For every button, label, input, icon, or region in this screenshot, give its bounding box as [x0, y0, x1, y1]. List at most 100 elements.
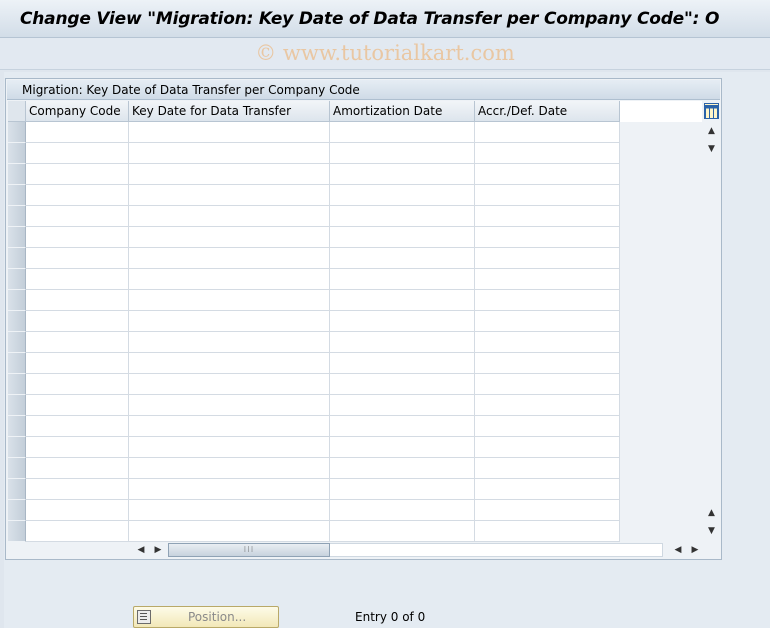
cell-amortization-date[interactable]	[330, 227, 475, 248]
cell-key-date[interactable]	[129, 500, 330, 521]
scroll-right-icon[interactable]: ▶	[151, 542, 165, 558]
cell-accr-def-date[interactable]	[475, 437, 620, 458]
cell-company-code[interactable]	[26, 227, 129, 248]
row-selector[interactable]	[8, 311, 26, 332]
scroll-left-icon[interactable]: ◀	[134, 542, 148, 558]
row-selector[interactable]	[8, 248, 26, 269]
cell-key-date[interactable]	[129, 374, 330, 395]
row-selector[interactable]	[8, 521, 26, 542]
scroll-far-left-icon[interactable]: ◀	[671, 542, 685, 558]
row-selector[interactable]	[8, 206, 26, 227]
cell-amortization-date[interactable]	[330, 185, 475, 206]
cell-amortization-date[interactable]	[330, 374, 475, 395]
cell-amortization-date[interactable]	[330, 500, 475, 521]
row-selector[interactable]	[8, 164, 26, 185]
scroll-down-icon[interactable]: ▼	[703, 141, 720, 157]
cell-company-code[interactable]	[26, 143, 129, 164]
cell-key-date[interactable]	[129, 353, 330, 374]
cell-company-code[interactable]	[26, 122, 129, 143]
row-selector[interactable]	[8, 416, 26, 437]
cell-amortization-date[interactable]	[330, 122, 475, 143]
cell-accr-def-date[interactable]	[475, 374, 620, 395]
cell-amortization-date[interactable]	[330, 416, 475, 437]
cell-company-code[interactable]	[26, 353, 129, 374]
row-selector[interactable]	[8, 479, 26, 500]
cell-key-date[interactable]	[129, 185, 330, 206]
cell-amortization-date[interactable]	[330, 311, 475, 332]
column-header-key-date[interactable]: Key Date for Data Transfer	[129, 101, 330, 122]
scroll-up-icon[interactable]: ▲	[703, 123, 720, 139]
cell-company-code[interactable]	[26, 206, 129, 227]
row-selector[interactable]	[8, 437, 26, 458]
cell-amortization-date[interactable]	[330, 290, 475, 311]
cell-amortization-date[interactable]	[330, 353, 475, 374]
cell-accr-def-date[interactable]	[475, 353, 620, 374]
cell-company-code[interactable]	[26, 269, 129, 290]
cell-accr-def-date[interactable]	[475, 311, 620, 332]
scroll-thumb[interactable]: ⁝⁝⁝	[168, 543, 330, 557]
cell-accr-def-date[interactable]	[475, 227, 620, 248]
cell-amortization-date[interactable]	[330, 206, 475, 227]
row-selector[interactable]	[8, 122, 26, 143]
row-selector[interactable]	[8, 374, 26, 395]
scroll-page-down-icon[interactable]: ▼	[703, 523, 720, 539]
row-selector[interactable]	[8, 395, 26, 416]
cell-key-date[interactable]	[129, 122, 330, 143]
scroll-page-up-icon[interactable]: ▲	[703, 505, 720, 521]
cell-company-code[interactable]	[26, 479, 129, 500]
cell-key-date[interactable]	[129, 290, 330, 311]
column-header-amortization-date[interactable]: Amortization Date	[330, 101, 475, 122]
cell-accr-def-date[interactable]	[475, 416, 620, 437]
cell-amortization-date[interactable]	[330, 269, 475, 290]
row-selector[interactable]	[8, 290, 26, 311]
cell-accr-def-date[interactable]	[475, 185, 620, 206]
scroll-far-right-icon[interactable]: ▶	[688, 542, 702, 558]
cell-company-code[interactable]	[26, 458, 129, 479]
cell-company-code[interactable]	[26, 500, 129, 521]
cell-accr-def-date[interactable]	[475, 395, 620, 416]
cell-amortization-date[interactable]	[330, 164, 475, 185]
row-selector[interactable]	[8, 185, 26, 206]
cell-company-code[interactable]	[26, 248, 129, 269]
column-header-accr-def-date[interactable]: Accr./Def. Date	[475, 101, 620, 122]
row-selector[interactable]	[8, 353, 26, 374]
cell-amortization-date[interactable]	[330, 332, 475, 353]
cell-amortization-date[interactable]	[330, 458, 475, 479]
cell-key-date[interactable]	[129, 164, 330, 185]
cell-company-code[interactable]	[26, 416, 129, 437]
cell-company-code[interactable]	[26, 374, 129, 395]
cell-key-date[interactable]	[129, 521, 330, 542]
cell-key-date[interactable]	[129, 206, 330, 227]
cell-amortization-date[interactable]	[330, 479, 475, 500]
cell-key-date[interactable]	[129, 143, 330, 164]
cell-key-date[interactable]	[129, 332, 330, 353]
row-selector[interactable]	[8, 143, 26, 164]
cell-accr-def-date[interactable]	[475, 122, 620, 143]
select-all-rows-button[interactable]	[8, 101, 26, 122]
cell-accr-def-date[interactable]	[475, 164, 620, 185]
cell-amortization-date[interactable]	[330, 437, 475, 458]
cell-key-date[interactable]	[129, 458, 330, 479]
cell-amortization-date[interactable]	[330, 521, 475, 542]
cell-company-code[interactable]	[26, 290, 129, 311]
cell-key-date[interactable]	[129, 416, 330, 437]
position-button[interactable]: Position...	[133, 606, 279, 628]
cell-company-code[interactable]	[26, 185, 129, 206]
cell-key-date[interactable]	[129, 437, 330, 458]
cell-key-date[interactable]	[129, 395, 330, 416]
cell-accr-def-date[interactable]	[475, 143, 620, 164]
cell-company-code[interactable]	[26, 437, 129, 458]
cell-company-code[interactable]	[26, 332, 129, 353]
table-settings-icon[interactable]	[704, 103, 719, 119]
cell-accr-def-date[interactable]	[475, 479, 620, 500]
cell-company-code[interactable]	[26, 311, 129, 332]
cell-accr-def-date[interactable]	[475, 206, 620, 227]
row-selector[interactable]	[8, 458, 26, 479]
cell-accr-def-date[interactable]	[475, 500, 620, 521]
cell-key-date[interactable]	[129, 248, 330, 269]
cell-amortization-date[interactable]	[330, 248, 475, 269]
cell-key-date[interactable]	[129, 311, 330, 332]
row-selector[interactable]	[8, 500, 26, 521]
cell-accr-def-date[interactable]	[475, 248, 620, 269]
horizontal-scrollbar[interactable]: ◀ ▶ ⁝⁝⁝ ◀ ▶	[8, 542, 720, 558]
